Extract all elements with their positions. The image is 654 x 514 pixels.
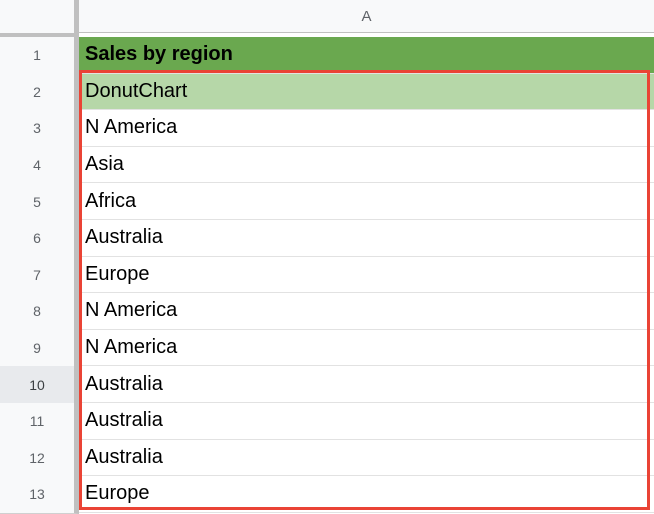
row-header[interactable]: 13 [0,476,79,514]
cell-a7[interactable]: Europe [79,257,654,294]
table-row: 10 Australia [0,366,654,404]
rows-container: 1 Sales by region 2 DonutChart 3 N Ameri… [0,37,654,514]
table-row: 8 N America [0,293,654,331]
row-header[interactable]: 11 [0,402,79,441]
row-header[interactable]: 8 [0,293,79,331]
table-row: 6 Australia [0,219,654,258]
row-header[interactable]: 12 [0,439,79,478]
cell-a12[interactable]: Australia [79,440,654,477]
table-row: 1 Sales by region [0,37,654,75]
column-header-a[interactable]: A [79,0,654,33]
table-row: 9 N America [0,329,654,368]
table-row: 7 Europe [0,256,654,295]
cell-a13[interactable]: Europe [79,476,654,513]
row-header[interactable]: 10 [0,366,79,404]
select-all-corner[interactable] [0,0,79,37]
table-row: 11 Australia [0,402,654,441]
row-header[interactable]: 6 [0,219,79,258]
cell-a6[interactable]: Australia [79,220,654,257]
cell-a11[interactable]: Australia [79,403,654,440]
cell-a1[interactable]: Sales by region [79,37,654,74]
cell-a2[interactable]: DonutChart [79,73,654,111]
row-header[interactable]: 1 [0,37,79,75]
row-header[interactable]: 5 [0,183,79,221]
cell-a3[interactable]: N America [79,110,654,147]
cell-a10[interactable]: Australia [79,366,654,403]
cell-a4[interactable]: Asia [79,147,654,184]
row-header[interactable]: 7 [0,256,79,295]
row-header[interactable]: 9 [0,329,79,368]
cell-a5[interactable]: Africa [79,183,654,220]
cell-a8[interactable]: N America [79,293,654,330]
spreadsheet: A 1 Sales by region 2 DonutChart 3 N Ame… [0,0,654,514]
table-row: 4 Asia [0,146,654,185]
row-header[interactable]: 2 [0,73,79,112]
table-row: 3 N America [0,110,654,148]
row-header[interactable]: 4 [0,146,79,185]
table-row: 12 Australia [0,439,654,478]
row-header[interactable]: 3 [0,110,79,148]
table-row: 2 DonutChart [0,73,654,112]
table-row: 13 Europe [0,476,654,514]
table-row: 5 Africa [0,183,654,221]
cell-a9[interactable]: N America [79,330,654,367]
